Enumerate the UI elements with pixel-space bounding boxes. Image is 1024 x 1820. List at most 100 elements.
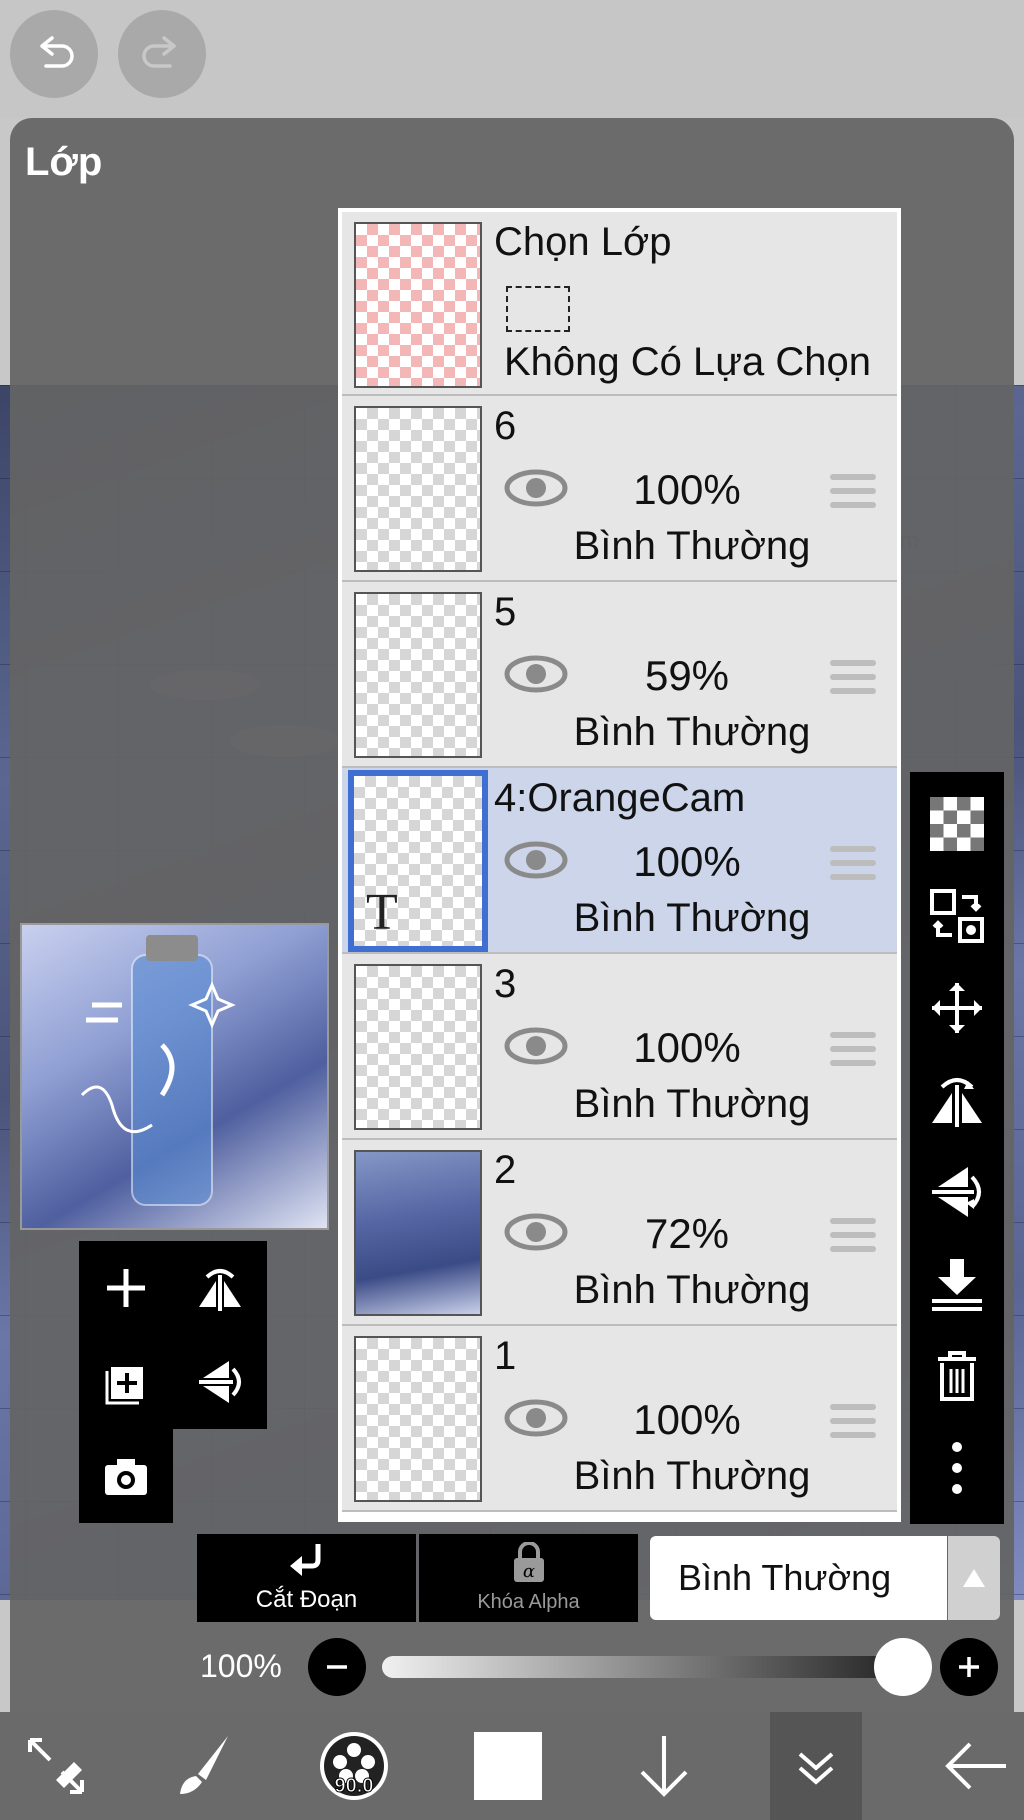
layer-blend-mode: Bình Thường [573, 1082, 811, 1126]
more-options-button[interactable] [910, 1422, 1004, 1514]
add-layer-icon [107, 1269, 145, 1307]
layer-thumbnail [354, 1150, 482, 1316]
flip-vertical-icon [932, 1167, 981, 1217]
blend-mode-dropdown-button[interactable] [948, 1536, 1000, 1620]
canvas-preview[interactable] [20, 923, 329, 1230]
layer-thumbnail [354, 964, 482, 1130]
layer-opacity: 59% [644, 652, 730, 699]
flip-h-icon [199, 1269, 241, 1311]
color-button[interactable] [462, 1712, 554, 1820]
blend-mode-select[interactable]: Bình Thường [650, 1536, 947, 1620]
selection-marquee-icon [506, 286, 570, 332]
move-icon [932, 983, 982, 1033]
visibility-eye-icon[interactable] [504, 1212, 568, 1252]
clipping-label: Cắt Đoạn [255, 1586, 358, 1613]
svg-text:α: α [522, 1561, 534, 1582]
layers-collapse-icon [798, 1752, 834, 1785]
layer-name: 2 [494, 1148, 517, 1192]
layer-row-selected[interactable]: T 4:OrangeCam 100% Bình Thường [342, 768, 897, 954]
redo-icon [142, 36, 176, 68]
layer-quick-toolbar [79, 1241, 267, 1429]
back-button[interactable] [930, 1712, 1022, 1820]
layer-blend-mode: Bình Thường [573, 1454, 811, 1498]
layer-thumbnail [354, 592, 482, 758]
duplicate-icon [105, 1367, 143, 1405]
layer-name: 1 [494, 1334, 517, 1378]
flip-horizontal-button[interactable] [910, 1054, 1004, 1146]
layers-button[interactable] [770, 1712, 862, 1820]
opacity-decrease-button[interactable] [308, 1638, 366, 1696]
duplicate-layer-button[interactable] [79, 1335, 173, 1429]
lock-icon: α [513, 1542, 544, 1582]
layer-thumbnail [354, 1336, 482, 1502]
brush-size-icon: 90.0 [320, 1732, 388, 1800]
panel-title: Lớp [25, 140, 103, 184]
save-download-button[interactable] [618, 1712, 710, 1820]
transform-tool-button[interactable] [10, 1712, 102, 1820]
layer-blend-mode: Bình Thường [573, 896, 811, 940]
layer-row[interactable]: 3 100% Bình Thường [342, 954, 897, 1140]
layer-opacity: 100% [633, 1396, 741, 1443]
text-layer-icon: T [366, 884, 398, 941]
layer-row[interactable]: 1 100% Bình Thường [342, 1326, 897, 1512]
clipping-button[interactable]: Cắt Đoạn [197, 1534, 416, 1622]
brush-tool-button[interactable] [158, 1712, 250, 1820]
back-icon [945, 1742, 1006, 1790]
color-icon [474, 1732, 542, 1800]
layer-list[interactable]: Chọn Lớp Không Có Lựa Chọn 6 100% Bình T… [338, 208, 901, 1522]
undo-button[interactable] [10, 10, 98, 98]
transparency-button[interactable] [910, 778, 1004, 870]
flip-h-button[interactable] [173, 1241, 267, 1335]
selection-status: Không Có Lựa Chọn [504, 340, 872, 384]
drag-handle-icon[interactable] [830, 846, 876, 880]
redo-button[interactable] [118, 10, 206, 98]
layer-row[interactable]: 2 72% Bình Thường [342, 1140, 897, 1326]
alpha-lock-label: Khóa Alpha [477, 1591, 580, 1613]
layer-blend-mode: Bình Thường [573, 710, 811, 754]
visibility-eye-icon[interactable] [504, 468, 568, 508]
brush-icon [180, 1736, 228, 1794]
layer-thumbnail [354, 406, 482, 572]
layer-opacity: 100% [633, 838, 741, 885]
flip-v-icon [199, 1361, 241, 1403]
delete-layer-button[interactable] [910, 1330, 1004, 1422]
swap-layer-button[interactable] [910, 870, 1004, 962]
drag-handle-icon[interactable] [830, 1032, 876, 1066]
drag-handle-icon[interactable] [830, 660, 876, 694]
clipping-arrow-icon [289, 1544, 320, 1576]
flip-v-button[interactable] [173, 1335, 267, 1429]
transparency-icon [930, 797, 984, 851]
opacity-increase-button[interactable] [940, 1638, 998, 1696]
layer-blend-mode: Bình Thường [573, 524, 811, 568]
caret-up-icon [963, 1569, 985, 1587]
layer-blend-mode: Bình Thường [573, 1268, 811, 1312]
drag-handle-icon[interactable] [830, 1218, 876, 1252]
merge-down-button[interactable] [910, 1238, 1004, 1330]
selection-layer-title: Chọn Lớp [494, 220, 672, 264]
opacity-slider[interactable] [382, 1656, 906, 1678]
selection-layer-row[interactable]: Chọn Lớp Không Có Lựa Chọn [342, 212, 897, 396]
add-layer-button[interactable] [79, 1241, 173, 1335]
flip-horizontal-icon [932, 1078, 982, 1127]
layer-tools-toolbar [910, 772, 1004, 1524]
selection-layer-thumbnail [354, 222, 482, 388]
visibility-eye-icon[interactable] [504, 1398, 568, 1438]
visibility-eye-icon[interactable] [504, 840, 568, 880]
layer-row[interactable]: 6 100% Bình Thường [342, 396, 897, 582]
flip-vertical-button[interactable] [910, 1146, 1004, 1238]
top-bar [0, 0, 1024, 118]
drag-handle-icon[interactable] [830, 474, 876, 508]
layer-name: 4:OrangeCam [494, 776, 746, 820]
brush-size-button[interactable]: 90.0 [308, 1712, 400, 1820]
layer-row[interactable]: 5 59% Bình Thường [342, 582, 897, 768]
swap-layer-icon [930, 889, 984, 943]
visibility-eye-icon[interactable] [504, 654, 568, 694]
opacity-slider-knob[interactable] [874, 1638, 932, 1696]
alpha-lock-button[interactable]: α Khóa Alpha [419, 1534, 638, 1622]
drag-handle-icon[interactable] [830, 1404, 876, 1438]
visibility-eye-icon[interactable] [504, 1026, 568, 1066]
camera-button[interactable] [79, 1429, 173, 1523]
camera-icon [105, 1459, 147, 1495]
move-button[interactable] [910, 962, 1004, 1054]
layer-opacity: 100% [633, 1024, 741, 1071]
